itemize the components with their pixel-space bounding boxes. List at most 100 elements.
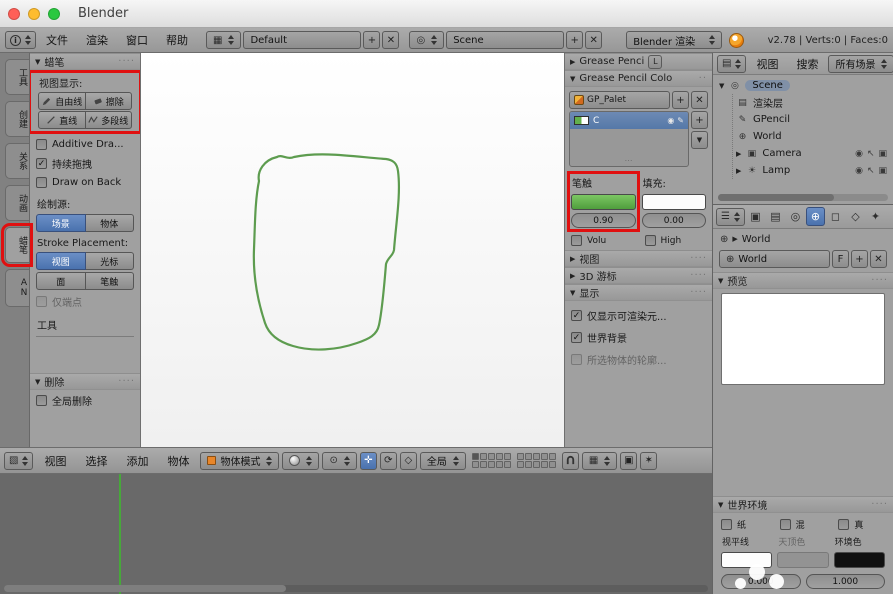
tab-an[interactable]: AN bbox=[5, 269, 29, 307]
stroke-color-swatch[interactable] bbox=[571, 194, 636, 210]
draw-freehand-button[interactable]: 自由线 bbox=[38, 92, 86, 110]
menu-help[interactable]: 帮助 bbox=[158, 30, 196, 50]
unlink-palette-button[interactable]: ✕ bbox=[691, 91, 708, 109]
cursor-panel-header[interactable]: ▶ 3D 游标 ···· bbox=[565, 267, 712, 284]
placement-view-button[interactable]: 视图 bbox=[36, 252, 86, 270]
row-label[interactable]: GPencil bbox=[753, 114, 790, 125]
row-label[interactable]: Camera bbox=[762, 148, 801, 159]
zenith-color-swatch[interactable] bbox=[777, 552, 829, 568]
view-panel-header[interactable]: ▶ 视图 ···· bbox=[565, 250, 712, 267]
add-world-button[interactable]: + bbox=[851, 250, 868, 268]
tab-render-layers-icon[interactable]: ▤ bbox=[766, 207, 785, 226]
screen-layout-field[interactable]: Default bbox=[243, 31, 362, 49]
properties-editor-type-button[interactable]: ☰ bbox=[716, 207, 745, 226]
layer-cell[interactable] bbox=[524, 461, 532, 468]
render-opengl-anim-button[interactable]: ✶ bbox=[640, 451, 658, 470]
render-engine-dropdown[interactable]: Blender 渲染 bbox=[626, 31, 723, 49]
viewport-shading-dropdown[interactable] bbox=[282, 451, 320, 470]
endpoints-only-checkbox[interactable]: 仅端点 bbox=[36, 294, 134, 309]
layer-cell[interactable] bbox=[503, 453, 511, 460]
disclosure-triangle-icon[interactable]: ▼ bbox=[719, 82, 724, 90]
layer-cell[interactable] bbox=[495, 453, 503, 460]
real-sky-checkbox[interactable]: 真 bbox=[838, 518, 889, 531]
layer-cell[interactable] bbox=[487, 453, 495, 460]
layer-cell[interactable] bbox=[516, 461, 524, 468]
snap-toggle-button[interactable] bbox=[561, 451, 579, 470]
panel-drag-dots-icon[interactable]: ···· bbox=[871, 499, 888, 510]
panel-drag-dots-icon[interactable]: ···· bbox=[871, 275, 888, 286]
menu-object[interactable]: 物体 bbox=[159, 451, 197, 471]
visibility-icon[interactable]: ◉ bbox=[855, 166, 863, 176]
snap-element-dropdown[interactable]: ▦ bbox=[581, 451, 618, 470]
tab-relations[interactable]: 关系 bbox=[5, 143, 29, 179]
layer-cell[interactable] bbox=[471, 453, 479, 460]
scrollbar-thumb[interactable] bbox=[4, 585, 286, 592]
tab-object-icon[interactable]: ◻ bbox=[826, 207, 845, 226]
world-panel-header[interactable]: ▼ 世界环境 ···· bbox=[713, 496, 893, 513]
placement-cursor-button[interactable]: 光标 bbox=[85, 252, 134, 270]
delete-scene-button[interactable]: ✕ bbox=[585, 31, 603, 49]
layer-cell[interactable] bbox=[532, 453, 540, 460]
orientation-dropdown[interactable]: 全局 bbox=[419, 451, 466, 470]
grease-pencil-panel-header[interactable]: ▼ 蜡笔 ···· bbox=[30, 53, 140, 70]
layer-cell[interactable] bbox=[479, 461, 487, 468]
volumetric-checkbox[interactable]: Volu bbox=[571, 235, 637, 246]
placement-stroke-button[interactable]: 笔触 bbox=[85, 272, 134, 290]
scene-field[interactable]: Scene bbox=[446, 31, 565, 49]
layer-cell[interactable] bbox=[471, 461, 479, 468]
disclosure-triangle-icon[interactable]: ▶ bbox=[736, 150, 741, 158]
layer-cell[interactable] bbox=[516, 453, 524, 460]
selectability-icon[interactable]: ↖ bbox=[867, 149, 875, 159]
source-object-button[interactable]: 物体 bbox=[85, 214, 134, 232]
tab-scene-icon[interactable]: ◎ bbox=[786, 207, 805, 226]
outliner-scope-dropdown[interactable]: 所有场景 bbox=[828, 54, 893, 73]
manipulator-rotate-button[interactable]: ⟳ bbox=[379, 451, 397, 470]
unlink-world-button[interactable]: ✕ bbox=[870, 250, 887, 268]
layer-cell[interactable] bbox=[479, 453, 487, 460]
layer-cell[interactable] bbox=[503, 461, 511, 468]
panel-drag-dots-icon[interactable]: ···· bbox=[690, 270, 707, 281]
fill-color-swatch[interactable] bbox=[641, 194, 706, 210]
additive-drawing-checkbox[interactable]: Additive Dra... bbox=[36, 139, 134, 150]
panel-drag-dots-icon[interactable]: ···· bbox=[118, 56, 135, 67]
timeline[interactable] bbox=[0, 474, 712, 594]
panel-drag-dots-icon[interactable]: ·· bbox=[699, 73, 707, 84]
scrollbar-thumb[interactable] bbox=[718, 194, 834, 201]
delete-panel-header[interactable]: ▼ 删除 ···· bbox=[30, 373, 140, 390]
source-scene-button[interactable]: 场景 bbox=[36, 214, 86, 232]
timeline-playhead[interactable] bbox=[119, 474, 121, 594]
fake-user-button[interactable]: F bbox=[832, 250, 849, 268]
outliner-row-gpencil[interactable]: ✎ GPencil bbox=[736, 111, 893, 128]
outliner-row-renderlayers[interactable]: ▤ 渲染层 bbox=[736, 94, 893, 111]
menu-add[interactable]: 添加 bbox=[118, 451, 156, 471]
renderability-icon[interactable]: ▣ bbox=[878, 149, 887, 159]
panel-drag-dots-icon[interactable]: ···· bbox=[118, 376, 135, 387]
viewport-3d[interactable] bbox=[141, 53, 564, 447]
viewport-editor-type-button[interactable]: ▧ bbox=[4, 451, 34, 470]
tab-render-icon[interactable]: ▣ bbox=[746, 207, 765, 226]
add-color-button[interactable]: + bbox=[691, 111, 708, 129]
panel-drag-dots-icon[interactable]: ···· bbox=[690, 287, 707, 298]
layer-cell[interactable] bbox=[548, 453, 556, 460]
selectability-icon[interactable]: ↖ bbox=[867, 166, 875, 176]
row-label[interactable]: 渲染层 bbox=[753, 95, 783, 110]
menu-select[interactable]: 选择 bbox=[77, 451, 115, 471]
blend-sky-checkbox[interactable]: 混 bbox=[779, 518, 831, 531]
scene-browse-button[interactable]: ◎ bbox=[409, 31, 445, 49]
add-scene-button[interactable]: + bbox=[566, 31, 584, 49]
draw-polyline-button[interactable]: 多段线 bbox=[85, 111, 132, 129]
timeline-scrollbar[interactable] bbox=[4, 585, 708, 592]
add-screen-layout-button[interactable]: + bbox=[363, 31, 381, 49]
outliner-menu-search[interactable]: 搜索 bbox=[788, 54, 826, 74]
info-editor-type-button[interactable]: i bbox=[5, 31, 36, 49]
outliner-row-world[interactable]: ⊕ World bbox=[736, 128, 893, 145]
close-window-button[interactable] bbox=[8, 7, 20, 20]
layer-cell[interactable] bbox=[495, 461, 503, 468]
tab-constraints-icon[interactable]: ◇ bbox=[846, 207, 865, 226]
maximize-window-button[interactable] bbox=[48, 7, 60, 20]
preview-panel-header[interactable]: ▼ 预览 ···· bbox=[713, 272, 893, 289]
continuous-drawing-checkbox[interactable]: ✓ 持续拖拽 bbox=[36, 156, 134, 171]
layer-cell[interactable] bbox=[487, 461, 495, 468]
tab-tools[interactable]: 工具 bbox=[5, 59, 29, 95]
manipulator-translate-button[interactable]: ✛ bbox=[359, 451, 377, 470]
